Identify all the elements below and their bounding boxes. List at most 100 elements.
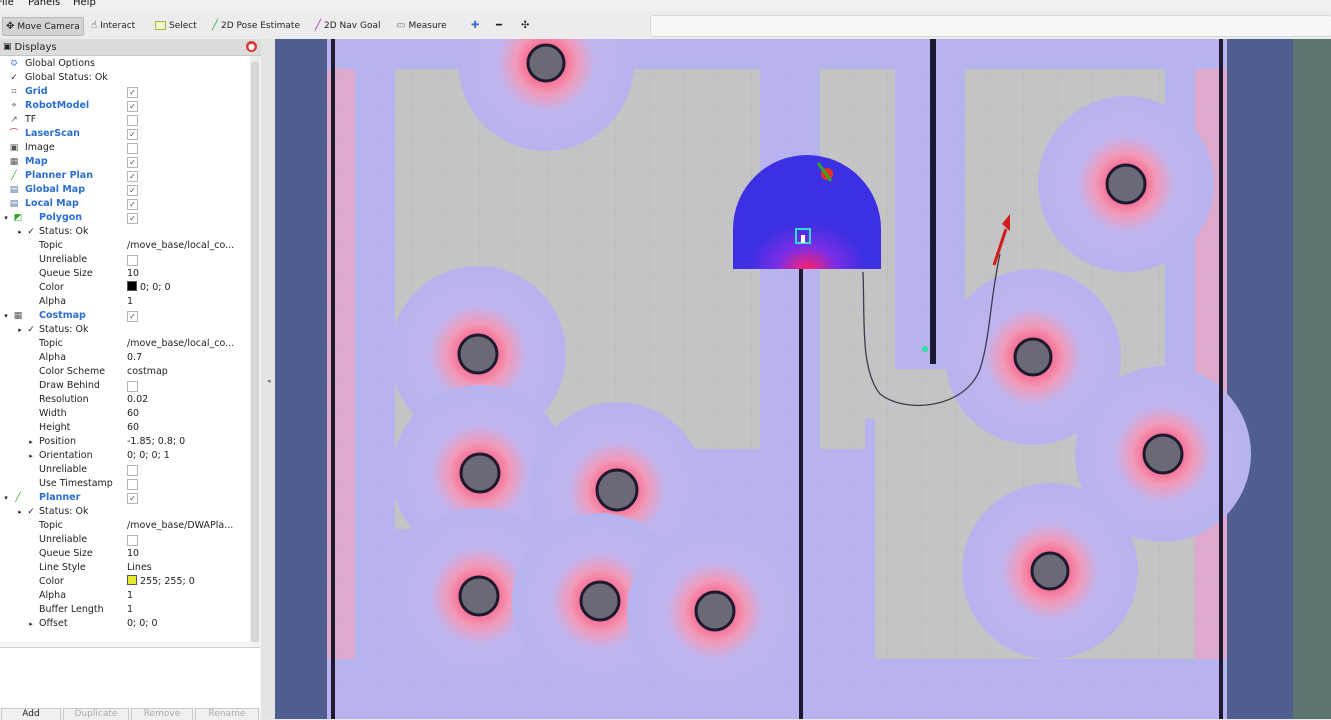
color-swatch[interactable] (127, 575, 137, 585)
costmap-checkbox[interactable]: ✓ (127, 311, 138, 322)
tool-label: Move Camera (17, 21, 80, 32)
global-map-checkbox[interactable]: ✓ (127, 185, 138, 196)
tree-row-map[interactable]: ▦ Map ✓ (0, 155, 250, 169)
menu-panels[interactable]: Panels (28, 0, 60, 8)
polygon-checkbox[interactable]: ✓ (127, 213, 138, 224)
nav-goal-icon: ╱ (315, 19, 322, 31)
unreliable-checkbox[interactable] (127, 465, 138, 476)
path-icon: ╱ (11, 171, 17, 181)
tree-row-global-options[interactable]: ⚙ Global Options (0, 57, 250, 71)
tree-row-property[interactable]: Alpha 1 (0, 295, 250, 309)
add-button[interactable]: Add (1, 708, 61, 720)
draw-behind-checkbox[interactable] (127, 381, 138, 392)
panel-splitter[interactable]: ◂ (261, 39, 275, 719)
tool-move-camera[interactable]: ✥ Move Camera (2, 17, 84, 36)
tree-row-status[interactable]: ▸ ✓ Status: Ok (0, 225, 250, 239)
check-icon: ✓ (27, 227, 35, 237)
tool-interact[interactable]: ☝ Interact (88, 17, 138, 34)
collapse-arrow-icon[interactable]: ▾ (0, 309, 12, 323)
expand-arrow-icon[interactable]: ▸ (25, 435, 37, 449)
menu-file[interactable]: File (0, 0, 14, 8)
tree-row-status[interactable]: ▸ ✓ Status: Ok (0, 323, 250, 337)
tree-row-property[interactable]: Unreliable (0, 463, 250, 477)
tree-row-property[interactable]: Use Timestamp (0, 477, 250, 491)
tree-row-property[interactable]: Queue Size 10 (0, 267, 250, 281)
tree-row-tf[interactable]: ↗ TF (0, 113, 250, 127)
tree-row-property[interactable]: ▸ Orientation 0; 0; 0; 1 (0, 449, 250, 463)
tree-row-property[interactable]: Buffer Length 1 (0, 603, 250, 617)
tree-row-global-status[interactable]: ✓ Global Status: Ok (0, 71, 250, 85)
map-checkbox[interactable]: ✓ (127, 157, 138, 168)
grid-checkbox[interactable]: ✓ (127, 87, 138, 98)
add-tool-button[interactable]: ✚ (468, 17, 482, 34)
scrollbar-thumb[interactable] (251, 62, 259, 642)
tree-row-property[interactable]: Unreliable (0, 253, 250, 267)
tree-row-polygon[interactable]: ▾ ◩ Polygon ✓ (0, 211, 250, 225)
expand-arrow-icon[interactable]: ▸ (25, 617, 37, 631)
duplicate-button[interactable]: Duplicate (63, 708, 129, 720)
tree-row-property[interactable]: ▸ Position -1.85; 0.8; 0 (0, 435, 250, 449)
unreliable-checkbox[interactable] (127, 255, 138, 266)
image-checkbox[interactable] (127, 143, 138, 154)
tool-select[interactable]: Select (152, 17, 200, 34)
tree-row-laserscan[interactable]: ⌒ LaserScan ✓ (0, 127, 250, 141)
displays-scrollbar[interactable] (250, 56, 260, 642)
tree-row-grid[interactable]: ⌗ Grid ✓ (0, 85, 250, 99)
tree-row-planner[interactable]: ▾ ╱ Planner ✓ (0, 491, 250, 505)
expand-arrow-icon[interactable]: ▸ (25, 449, 37, 463)
tree-row-property[interactable]: Line Style Lines (0, 561, 250, 575)
tree-row-property[interactable]: ▸ Offset 0; 0; 0 (0, 617, 250, 631)
collapse-arrow-icon[interactable]: ▾ (0, 491, 12, 505)
tree-row-property[interactable]: Topic /move_base/DWAPla... (0, 519, 250, 533)
robot-model-icon: ⌖ (11, 101, 17, 111)
collapse-arrow-icon[interactable]: ▾ (0, 211, 12, 225)
rename-button[interactable]: Rename (195, 708, 259, 720)
tree-row-image[interactable]: ▣ Image (0, 141, 250, 155)
use-timestamp-checkbox[interactable] (127, 479, 138, 490)
menu-help[interactable]: Help (73, 0, 96, 8)
tree-row-property[interactable]: Topic /move_base/local_co... (0, 239, 250, 253)
tool-pose-estimate[interactable]: ╱ 2D Pose Estimate (209, 17, 303, 34)
tree-row-property[interactable]: Color 0; 0; 0 (0, 281, 250, 295)
tree-row-property[interactable]: Alpha 0.7 (0, 351, 250, 365)
tf-checkbox[interactable] (127, 115, 138, 126)
tree-row-status[interactable]: ▸ ✓ Status: Ok (0, 505, 250, 519)
planner-plan-checkbox[interactable]: ✓ (127, 171, 138, 182)
tree-row-local-map[interactable]: ▤ Local Map ✓ (0, 197, 250, 211)
collapse-left-icon[interactable]: ◂ (267, 377, 271, 385)
tree-row-property[interactable]: Width 60 (0, 407, 250, 421)
waypoint-marker (922, 346, 928, 352)
tree-row-property[interactable]: Unreliable (0, 533, 250, 547)
remove-tool-button[interactable]: ━ (493, 17, 505, 34)
tree-row-property[interactable]: Draw Behind (0, 379, 250, 393)
tree-row-property[interactable]: Alpha 1 (0, 589, 250, 603)
laser-scan-icon: ⌒ (9, 129, 19, 139)
tree-row-property[interactable]: Topic /move_base/local_co... (0, 337, 250, 351)
check-icon: ✓ (27, 507, 35, 517)
tree-row-robotmodel[interactable]: ⌖ RobotModel ✓ (0, 99, 250, 113)
remove-button[interactable]: Remove (131, 708, 193, 720)
select-icon (155, 21, 166, 30)
tree-row-global-map[interactable]: ▤ Global Map ✓ (0, 183, 250, 197)
tree-row-costmap[interactable]: ▾ ▦ Costmap ✓ (0, 309, 250, 323)
planner-checkbox[interactable]: ✓ (127, 493, 138, 504)
tree-row-property[interactable]: Resolution 0.02 (0, 393, 250, 407)
displays-button-row: Add Duplicate Remove Rename (0, 708, 260, 720)
tree-row-planner-plan[interactable]: ╱ Planner Plan ✓ (0, 169, 250, 183)
unreliable-checkbox[interactable] (127, 535, 138, 546)
close-icon[interactable]: ● (246, 41, 257, 52)
tree-row-property[interactable]: Height 60 (0, 421, 250, 435)
tool-properties-button[interactable]: ✣ (518, 17, 532, 34)
costmap-icon: ▦ (13, 311, 23, 321)
tool-nav-goal[interactable]: ╱ 2D Nav Goal (312, 17, 383, 34)
tool-measure[interactable]: ▭ Measure (393, 17, 450, 34)
laserscan-checkbox[interactable]: ✓ (127, 129, 138, 140)
robotmodel-checkbox[interactable]: ✓ (127, 101, 138, 112)
render-viewport[interactable] (275, 39, 1331, 719)
color-swatch[interactable] (127, 281, 137, 291)
costmap-render[interactable] (275, 39, 1331, 719)
tree-row-property[interactable]: Color Scheme costmap (0, 365, 250, 379)
tree-row-property[interactable]: Queue Size 10 (0, 547, 250, 561)
local-map-checkbox[interactable]: ✓ (127, 199, 138, 210)
tree-row-property[interactable]: Color 255; 255; 0 (0, 575, 250, 589)
